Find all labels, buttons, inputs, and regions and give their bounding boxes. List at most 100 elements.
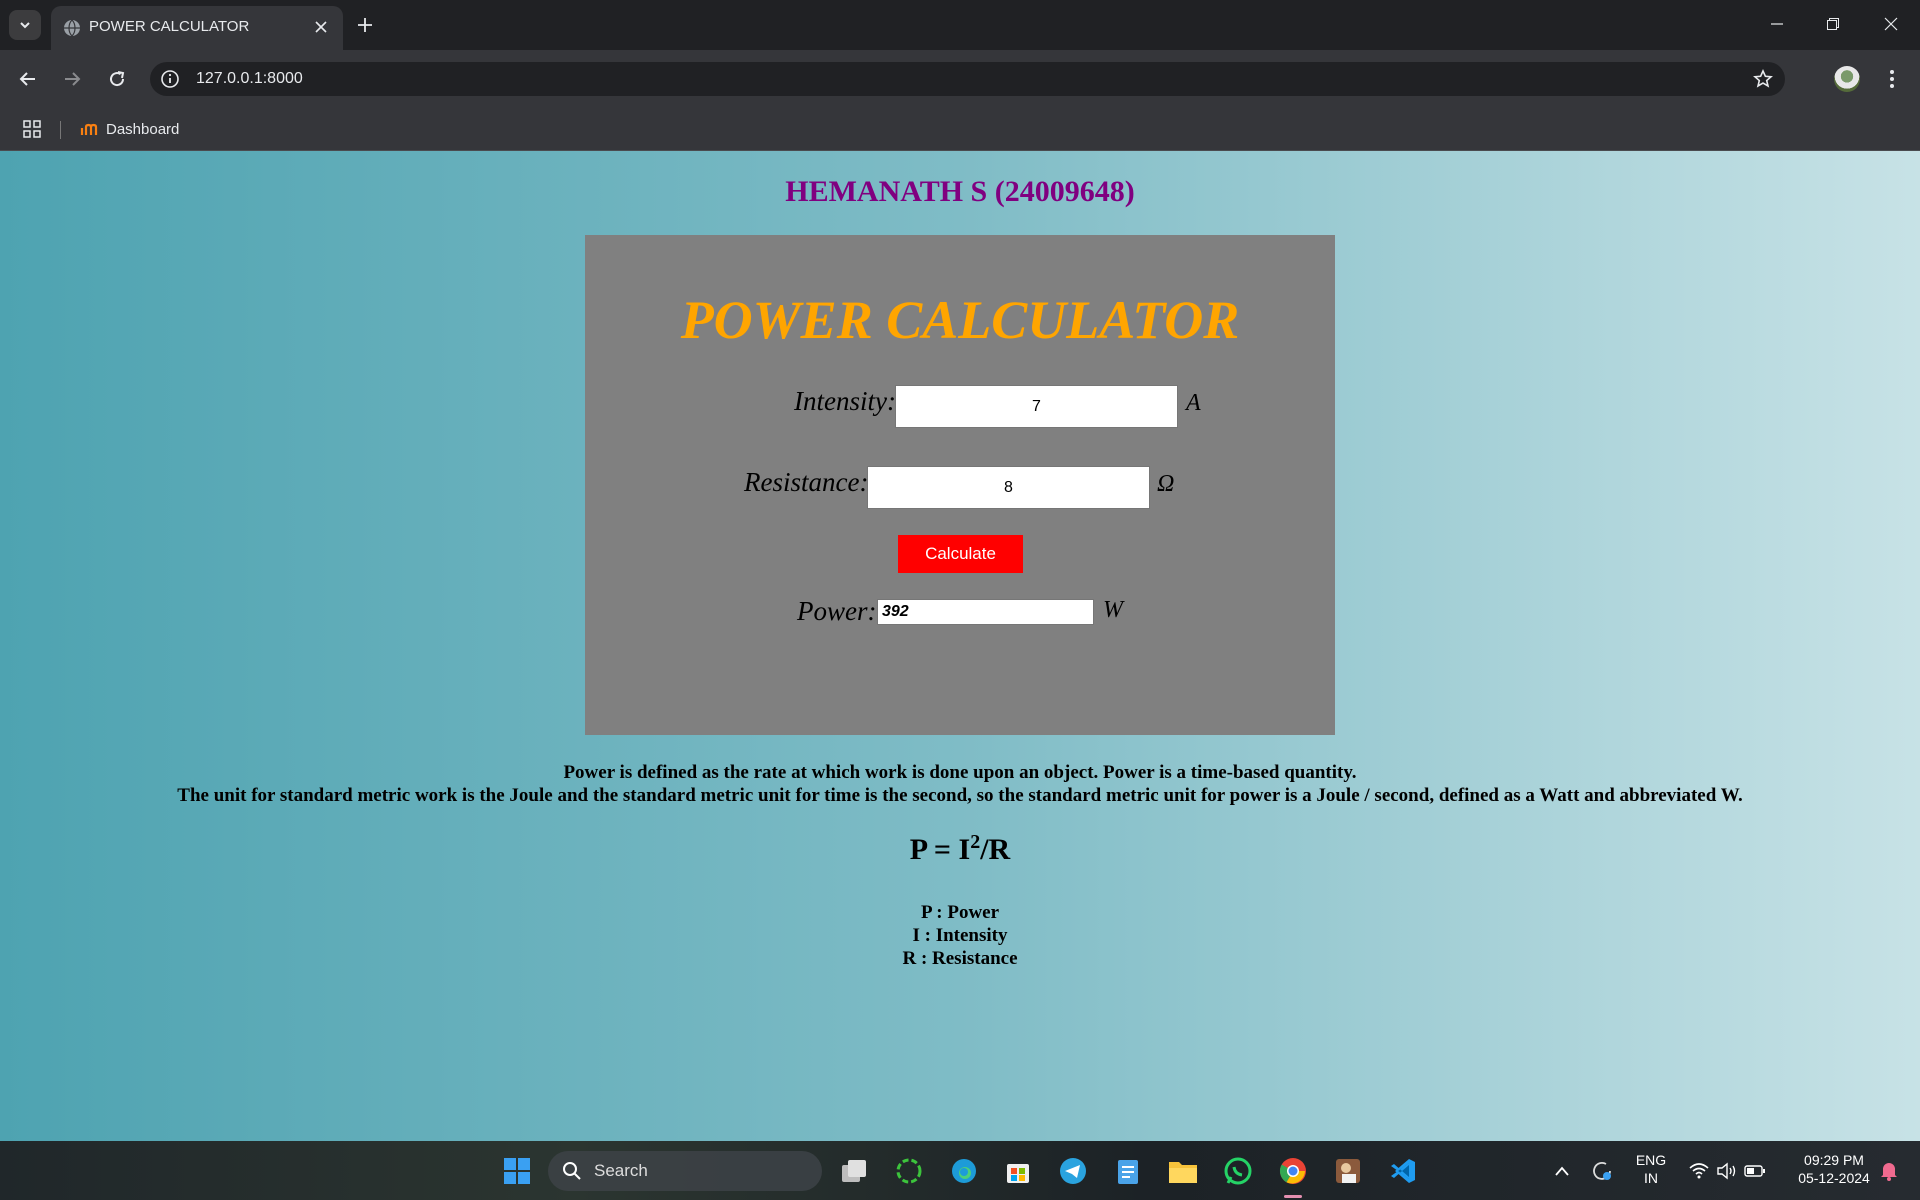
description-line-2: The unit for standard metric work is the… (177, 785, 1743, 806)
bookmark-separator (60, 121, 61, 139)
legend-item: I : Intensity (912, 925, 1008, 946)
app-photo-icon (1336, 1159, 1360, 1183)
tray-sync-button[interactable] (1584, 1153, 1620, 1189)
bookmarks-bar: Dashboard (0, 108, 1920, 151)
tab-title: POWER CALCULATOR (89, 18, 250, 35)
restore-button[interactable] (1810, 8, 1856, 40)
chevron-up-icon (1555, 1166, 1569, 1176)
search-label: Search (594, 1161, 648, 1180)
taskbar-search[interactable]: Search (548, 1151, 822, 1191)
whatsapp-icon (1224, 1157, 1252, 1185)
edge-icon (952, 1159, 976, 1183)
student-heading: HEMANATH S (24009648) (785, 175, 1135, 208)
calculate-button[interactable]: Calculate (898, 535, 1023, 573)
power-label: Power: (797, 596, 877, 626)
description-line-1: Power is defined as the rate at which wo… (563, 762, 1357, 783)
power-unit: W (1103, 597, 1123, 623)
globe-icon (64, 19, 80, 37)
windows-taskbar: Search ENG IN 09:29 PM 05-12-2024 (0, 1141, 1920, 1200)
legend-item: R : Resistance (902, 948, 1018, 969)
bookmark-star-icon[interactable] (1753, 69, 1773, 89)
more-vertical-icon (1890, 70, 1894, 88)
url-text[interactable]: 127.0.0.1:8000 (196, 70, 303, 88)
taskbar-file-explorer[interactable] (1165, 1153, 1201, 1189)
tab-close-button[interactable] (311, 17, 331, 37)
moodle-icon (80, 123, 98, 135)
power-output[interactable]: 392 (877, 599, 1094, 625)
volume-button[interactable] (1712, 1153, 1742, 1189)
sync-icon (1593, 1162, 1611, 1180)
new-tab-button[interactable] (352, 12, 378, 38)
intensity-input[interactable] (895, 385, 1178, 428)
notifications-button[interactable] (1874, 1153, 1904, 1189)
taskbar-chrome[interactable] (1275, 1153, 1311, 1189)
search-icon (563, 1162, 581, 1180)
folder-icon (1169, 1162, 1197, 1183)
bookmark-dashboard[interactable]: Dashboard (80, 116, 179, 142)
address-bar[interactable]: 127.0.0.1:8000 (150, 62, 1785, 96)
language-indicator[interactable]: ENG IN (1628, 1151, 1674, 1187)
reload-icon (110, 71, 125, 87)
minimize-button[interactable] (1754, 8, 1800, 40)
wifi-icon (1689, 1163, 1709, 1179)
formula-right: /R (980, 833, 1011, 866)
restore-icon (1827, 18, 1839, 30)
active-tab[interactable]: POWER CALCULATOR (51, 6, 343, 50)
taskbar-telegram[interactable] (1055, 1153, 1091, 1189)
formula-exponent: 2 (970, 831, 981, 853)
apps-grid-icon[interactable] (22, 119, 42, 139)
tab-strip: POWER CALCULATOR (0, 0, 1920, 50)
back-button[interactable] (12, 63, 44, 95)
calculator-title: POWER CALCULATOR (680, 290, 1240, 350)
arrow-left-icon (19, 72, 35, 86)
taskbar-edge[interactable] (946, 1153, 982, 1189)
start-button[interactable] (499, 1153, 535, 1189)
page-body: HEMANATH S (24009648) POWER CALCULATOR I… (0, 151, 1920, 1141)
legend-item: P : Power (920, 902, 1000, 923)
site-info-icon[interactable] (160, 69, 180, 89)
active-app-indicator (1284, 1195, 1302, 1198)
taskbar-notepad[interactable] (1110, 1153, 1146, 1189)
battery-icon (1744, 1165, 1765, 1177)
minimize-icon (1771, 23, 1783, 25)
vscode-icon (1391, 1159, 1415, 1183)
power-formula: P = I2/R (0, 831, 1920, 867)
intensity-unit: A (1186, 390, 1201, 416)
taskbar-app-photo[interactable] (1330, 1153, 1366, 1189)
chrome-icon (1279, 1158, 1306, 1184)
notepad-icon (1118, 1160, 1138, 1184)
language-code: ENG (1635, 1152, 1667, 1168)
wifi-button[interactable] (1684, 1153, 1714, 1189)
taskbar-store[interactable] (1000, 1153, 1036, 1189)
show-hidden-icons-button[interactable] (1544, 1153, 1580, 1189)
window-close-button[interactable] (1868, 8, 1914, 40)
taskbar-whatsapp[interactable] (1220, 1153, 1256, 1189)
browser-menu-button[interactable] (1882, 64, 1902, 94)
task-view-icon (842, 1160, 866, 1182)
close-icon (1884, 17, 1898, 31)
description: Power is defined as the rate at which wo… (0, 761, 1920, 807)
profile-avatar[interactable] (1834, 66, 1860, 92)
resistance-label: Resistance: (744, 467, 869, 497)
bell-icon (1881, 1163, 1897, 1181)
task-view-button[interactable] (836, 1153, 872, 1189)
clock[interactable]: 09:29 PM 05-12-2024 (1782, 1151, 1886, 1187)
resistance-input[interactable] (867, 466, 1150, 509)
taskbar-app-1[interactable] (891, 1153, 927, 1189)
bookmark-label: Dashboard (106, 120, 180, 138)
clock-date: 05-12-2024 (1798, 1170, 1870, 1186)
browser-toolbar: 127.0.0.1:8000 (0, 50, 1920, 108)
windows-logo-icon (504, 1158, 530, 1184)
arrow-right-icon (65, 72, 81, 86)
chevron-down-icon (20, 22, 30, 29)
clock-time: 09:29 PM (1804, 1152, 1864, 1168)
forward-button[interactable] (56, 63, 88, 95)
reload-button[interactable] (101, 63, 133, 95)
formula-left: P = I (909, 833, 971, 866)
volume-icon (1717, 1162, 1736, 1180)
battery-button[interactable] (1740, 1153, 1770, 1189)
intensity-label: Intensity: (794, 386, 896, 416)
region-code: IN (1644, 1170, 1658, 1186)
tab-search-button[interactable] (9, 10, 41, 40)
taskbar-vscode[interactable] (1385, 1153, 1421, 1189)
